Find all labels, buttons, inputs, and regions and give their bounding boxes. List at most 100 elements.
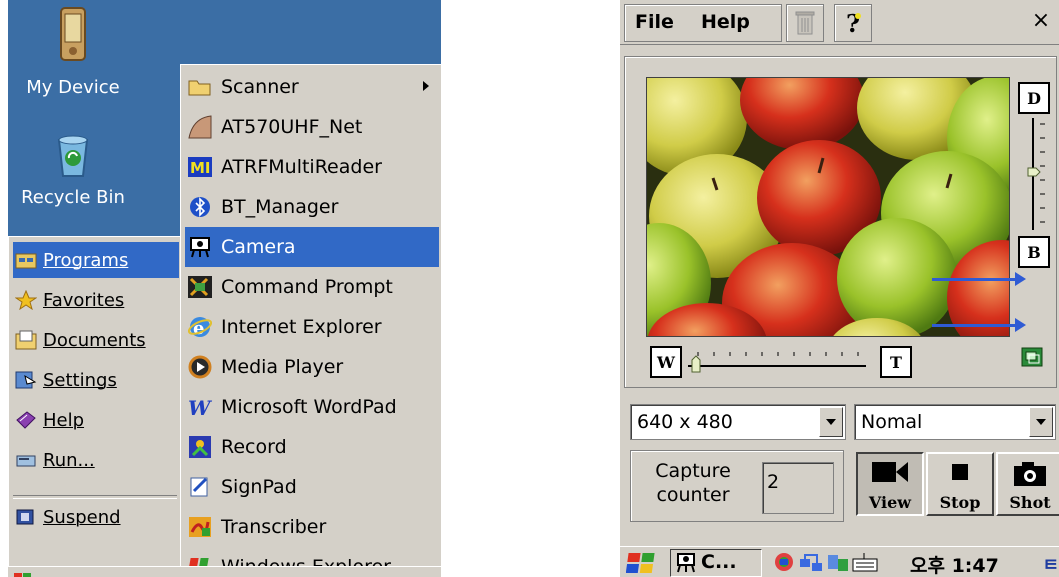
fullscreen-button[interactable] [1018, 344, 1046, 370]
network-icon[interactable] [772, 551, 796, 577]
input-method-indicator[interactable]: ㅌ [1042, 551, 1059, 577]
shot-button-label: Shot [1009, 493, 1051, 512]
programs-item-camera[interactable]: Camera [185, 227, 439, 267]
programs-item-transcriber[interactable]: Transcriber [185, 507, 439, 547]
start-menu-item-programs[interactable]: Programs [13, 242, 179, 278]
programs-item-label: Transcriber [221, 516, 327, 538]
suspend-icon [13, 506, 39, 528]
start-menu-item-run[interactable]: Run... [13, 442, 179, 478]
programs-item-label: AT570UHF_Net [221, 116, 363, 138]
close-button[interactable]: × [1029, 8, 1053, 36]
record-icon [185, 433, 215, 461]
stop-button[interactable]: Stop [926, 452, 994, 516]
documents-icon [13, 329, 39, 351]
brightness-slider[interactable] [1018, 116, 1048, 234]
start-menu-item-favorites[interactable]: Favorites [13, 282, 179, 318]
start-button[interactable] [625, 550, 658, 577]
start-button[interactable] [12, 567, 34, 577]
dark-button[interactable]: D [1018, 82, 1050, 114]
chevron-down-icon[interactable] [1029, 407, 1053, 437]
programs-item-internet-explorer[interactable]: e Internet Explorer [185, 307, 439, 347]
windows-flag-icon [625, 553, 655, 573]
taskbar [8, 566, 441, 577]
desktop-icon-my-device[interactable]: My Device [18, 6, 128, 98]
programs-item-media-player[interactable]: Media Player [185, 347, 439, 387]
capture-counter-field[interactable]: 2 [762, 462, 834, 514]
programs-item-label: Scanner [221, 76, 299, 98]
menu-file[interactable]: File [635, 11, 674, 33]
programs-item-atrfmultireader[interactable]: MI ATRFMultiReader [185, 147, 439, 187]
delete-button[interactable] [786, 4, 824, 42]
taskbar-app-label: C... [701, 551, 737, 573]
trash-icon [795, 11, 815, 35]
run-icon [13, 449, 39, 471]
recycle-bin-icon [53, 134, 93, 183]
programs-item-label: BT_Manager [221, 196, 339, 218]
programs-item-scanner[interactable]: Scanner [185, 67, 439, 107]
chevron-down-icon[interactable] [819, 407, 843, 437]
connectivity-icon[interactable] [798, 551, 824, 577]
programs-item-record[interactable]: Record [185, 427, 439, 467]
programs-item-microsoft-wordpad[interactable]: W Microsoft WordPad [185, 387, 439, 427]
start-menu-item-label: Documents [43, 329, 146, 351]
menu-help[interactable]: Help [701, 11, 750, 33]
start-menu-item-documents[interactable]: Documents [13, 322, 179, 358]
photo-camera-icon [1014, 462, 1046, 486]
annotation-arrow [932, 272, 1026, 286]
wide-zoom-button[interactable]: W [650, 346, 682, 378]
start-menu-item-label: Programs [43, 249, 129, 271]
taskbar: C... 오후 1:47 ㅌ [620, 546, 1059, 577]
programs-item-label: Media Player [221, 356, 344, 378]
start-menu-item-label: Run... [43, 449, 95, 471]
start-menu-item-help[interactable]: Help [13, 402, 179, 438]
desktop-icon-label: My Device [26, 77, 120, 98]
desktop-icon-label: Recycle Bin [21, 187, 125, 208]
start-menu-item-label: Help [43, 409, 85, 431]
help-question-icon: ? [846, 10, 861, 36]
resolution-select[interactable]: 640 x 480 [630, 404, 846, 440]
desktop-icon-recycle-bin[interactable]: Recycle Bin [18, 134, 128, 208]
view-button[interactable]: View [856, 452, 924, 516]
start-menu-item-label: Suspend [43, 506, 121, 528]
zoom-slider[interactable] [682, 344, 878, 374]
svg-text:MI: MI [190, 159, 211, 177]
programs-item-at570uhf-net[interactable]: AT570UHF_Net [185, 107, 439, 147]
shot-button[interactable]: Shot [996, 452, 1059, 516]
start-menu-item-suspend[interactable]: Suspend [13, 499, 179, 535]
programs-submenu: Scanner AT570UHF_Net MI ATRFMultiReader … [180, 64, 441, 577]
programs-item-label: SignPad [221, 476, 297, 498]
start-menu-item-settings[interactable]: Settings [13, 362, 179, 398]
stop-button-label: Stop [939, 493, 981, 512]
programs-item-label: Microsoft WordPad [221, 396, 397, 418]
mode-select[interactable]: Nomal [854, 404, 1056, 440]
menu-group: File Help [624, 4, 782, 42]
apples-image [647, 78, 1009, 336]
programs-item-label: Command Prompt [221, 276, 393, 298]
capture-counter-value: 2 [767, 471, 780, 493]
keyboard-icon[interactable] [852, 551, 878, 577]
dark-button-label: D [1027, 88, 1041, 108]
programs-folder-icon [13, 249, 39, 271]
multireader-icon: MI [185, 153, 215, 181]
programs-item-bt-manager[interactable]: BT_Manager [185, 187, 439, 227]
taskbar-app-camera[interactable]: C... [670, 549, 762, 577]
capture-counter-label: Capture counter [655, 460, 731, 506]
command-prompt-icon [185, 273, 215, 301]
devices-icon[interactable] [826, 551, 850, 577]
programs-item-command-prompt[interactable]: Command Prompt [185, 267, 439, 307]
programs-item-label: ATRFMultiReader [221, 156, 382, 178]
programs-item-label: Internet Explorer [221, 316, 382, 338]
camera-icon [677, 553, 695, 573]
help-book-icon [13, 409, 39, 431]
mode-value: Nomal [861, 411, 923, 433]
bright-button[interactable]: B [1018, 236, 1050, 268]
about-button[interactable]: ? [834, 4, 872, 42]
folder-icon [185, 73, 215, 101]
tele-zoom-button[interactable]: T [880, 346, 912, 378]
transcriber-icon [185, 513, 215, 541]
desktop: My Device Recycle Bin Programs Favorites [8, 0, 441, 577]
programs-item-signpad[interactable]: SignPad [185, 467, 439, 507]
media-player-icon [185, 353, 215, 381]
video-camera-icon [872, 462, 908, 482]
internet-explorer-icon: e [185, 313, 215, 341]
